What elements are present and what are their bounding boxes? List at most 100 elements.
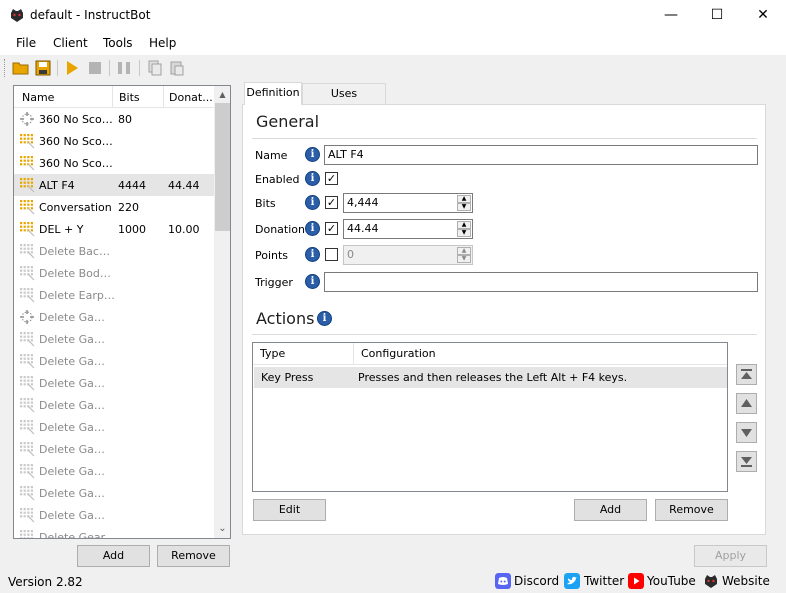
scroll-thumb[interactable] [215,103,230,231]
list-item[interactable]: Delete Gamm... [14,306,214,328]
spin-up-icon[interactable]: ▲ [457,221,471,229]
tab-definition[interactable]: Definition [244,82,302,105]
column-type[interactable]: Type [253,343,354,365]
list-item-name: Delete Gamm... [39,333,115,346]
list-item-name: Delete Gamm... [39,443,115,456]
list-item[interactable]: Delete Gamm... [14,350,214,372]
dots-icon [20,156,35,171]
list-item[interactable]: Delete Gamm... [14,416,214,438]
maximize-button[interactable]: ☐ [694,0,740,31]
donation-checkbox[interactable]: ✓ [325,222,338,235]
bits-stepper[interactable]: 4,444 ▲ ▼ [343,193,473,213]
list-item[interactable]: Delete Gamm... [14,328,214,350]
list-item[interactable]: Delete Gear... [14,526,214,538]
website-logo-icon[interactable] [703,573,719,589]
list-item-name: 360 No Scop... [39,135,115,148]
menu-tools[interactable]: Tools [103,36,133,50]
column-donation[interactable]: Donat... [169,91,213,104]
scroll-up-icon[interactable]: ▲ [214,86,230,103]
discord-link[interactable]: Discord [514,574,559,588]
points-checkbox[interactable] [325,248,338,261]
column-configuration[interactable]: Configuration [354,343,727,365]
add-action-button[interactable]: Add [574,499,647,521]
list-item[interactable]: Conversation 220 [14,196,214,218]
divider [252,138,757,139]
list-item[interactable]: 360 No Scope 80 [14,108,214,130]
info-icon[interactable]: i [317,311,332,326]
info-icon[interactable]: i [305,147,320,162]
apply-button[interactable]: Apply [694,545,767,567]
list-item[interactable]: DEL + Y 1000 10.00 [14,218,214,240]
list-item[interactable]: ALT F4 4444 44.44 [14,174,214,196]
remove-action-button[interactable]: Remove [655,499,728,521]
discord-icon[interactable] [495,573,511,589]
scroll-down-icon[interactable]: ⌄ [214,520,230,537]
trigger-input[interactable] [324,272,758,292]
list-item[interactable]: 360 No Scop... [14,130,214,152]
move-down-button[interactable] [736,422,757,443]
actions-table[interactable]: Type Configuration Key Press Presses and… [252,342,728,492]
info-icon[interactable]: i [305,221,320,236]
edit-action-button[interactable]: Edit [253,499,326,521]
open-folder-icon[interactable] [12,59,30,77]
list-item[interactable]: Delete Gamm... [14,394,214,416]
minimize-button[interactable]: — [648,0,694,31]
move-top-button[interactable] [736,364,757,385]
add-command-button[interactable]: Add [77,545,150,567]
bits-checkbox[interactable]: ✓ [325,196,338,209]
close-button[interactable]: ✕ [740,0,786,31]
youtube-icon[interactable] [628,573,644,589]
spin-up-icon[interactable]: ▲ [457,195,471,203]
name-label: Name [255,149,288,162]
move-up-button[interactable] [736,393,757,414]
column-divider[interactable] [112,86,113,108]
info-icon[interactable]: i [305,171,320,186]
column-name[interactable]: Name [22,91,54,104]
play-icon[interactable] [63,59,81,77]
tab-uses-remaining[interactable]: Uses Remaining [302,83,386,119]
list-item[interactable]: Delete Gamm... [14,482,214,504]
list-item[interactable]: Delete Gamm... [14,504,214,526]
list-item[interactable]: Delete Body ... [14,262,214,284]
toolbar-grip[interactable] [4,59,6,77]
menu-file[interactable]: File [16,36,36,50]
list-item[interactable]: Delete Gamm... [14,460,214,482]
info-icon[interactable]: i [305,247,320,262]
donation-stepper[interactable]: 44.44 ▲ ▼ [343,219,473,239]
actions-section-title: Actions [256,309,315,328]
list-item[interactable]: 360 No Scop... [14,152,214,174]
list-item-name: Delete Gamm... [39,399,115,412]
list-item[interactable]: Delete Earpie... [14,284,214,306]
list-scrollbar[interactable]: ▲ ⌄ [214,86,230,538]
toolbar-separator [139,60,140,76]
info-icon[interactable]: i [305,274,320,289]
list-item-name: ALT F4 [39,179,75,192]
youtube-link[interactable]: YouTube [647,574,696,588]
website-link[interactable]: Website [722,574,770,588]
app-logo-icon [11,9,23,22]
list-header: Name Bits Donat... [14,86,214,108]
twitter-link[interactable]: Twitter [584,574,624,588]
menu-bar: File Client Tools Help [0,31,786,55]
menu-client[interactable]: Client [53,36,88,50]
dots-icon [20,508,35,523]
enabled-checkbox[interactable]: ✓ [325,172,338,185]
info-icon[interactable]: i [305,195,320,210]
toolbar-separator [109,60,110,76]
list-item[interactable]: Delete Back... [14,240,214,262]
save-icon[interactable] [34,59,52,77]
column-bits[interactable]: Bits [119,91,140,104]
list-item[interactable]: Delete Gamm... [14,372,214,394]
list-item[interactable]: Delete Gamm... [14,438,214,460]
remove-command-button[interactable]: Remove [157,545,230,567]
menu-help[interactable]: Help [149,36,176,50]
table-row[interactable]: Key Press Presses and then releases the … [254,367,727,388]
name-input[interactable]: ALT F4 [324,145,758,165]
move-bottom-button[interactable] [736,451,757,472]
spin-down-icon[interactable]: ▼ [457,203,471,211]
spin-down-icon[interactable]: ▼ [457,229,471,237]
twitter-icon[interactable] [564,573,580,589]
list-item-name: Delete Gamm... [39,421,115,434]
column-divider[interactable] [163,86,164,108]
commands-list[interactable]: Name Bits Donat... 360 No Scope 80 360 No … [13,85,231,539]
